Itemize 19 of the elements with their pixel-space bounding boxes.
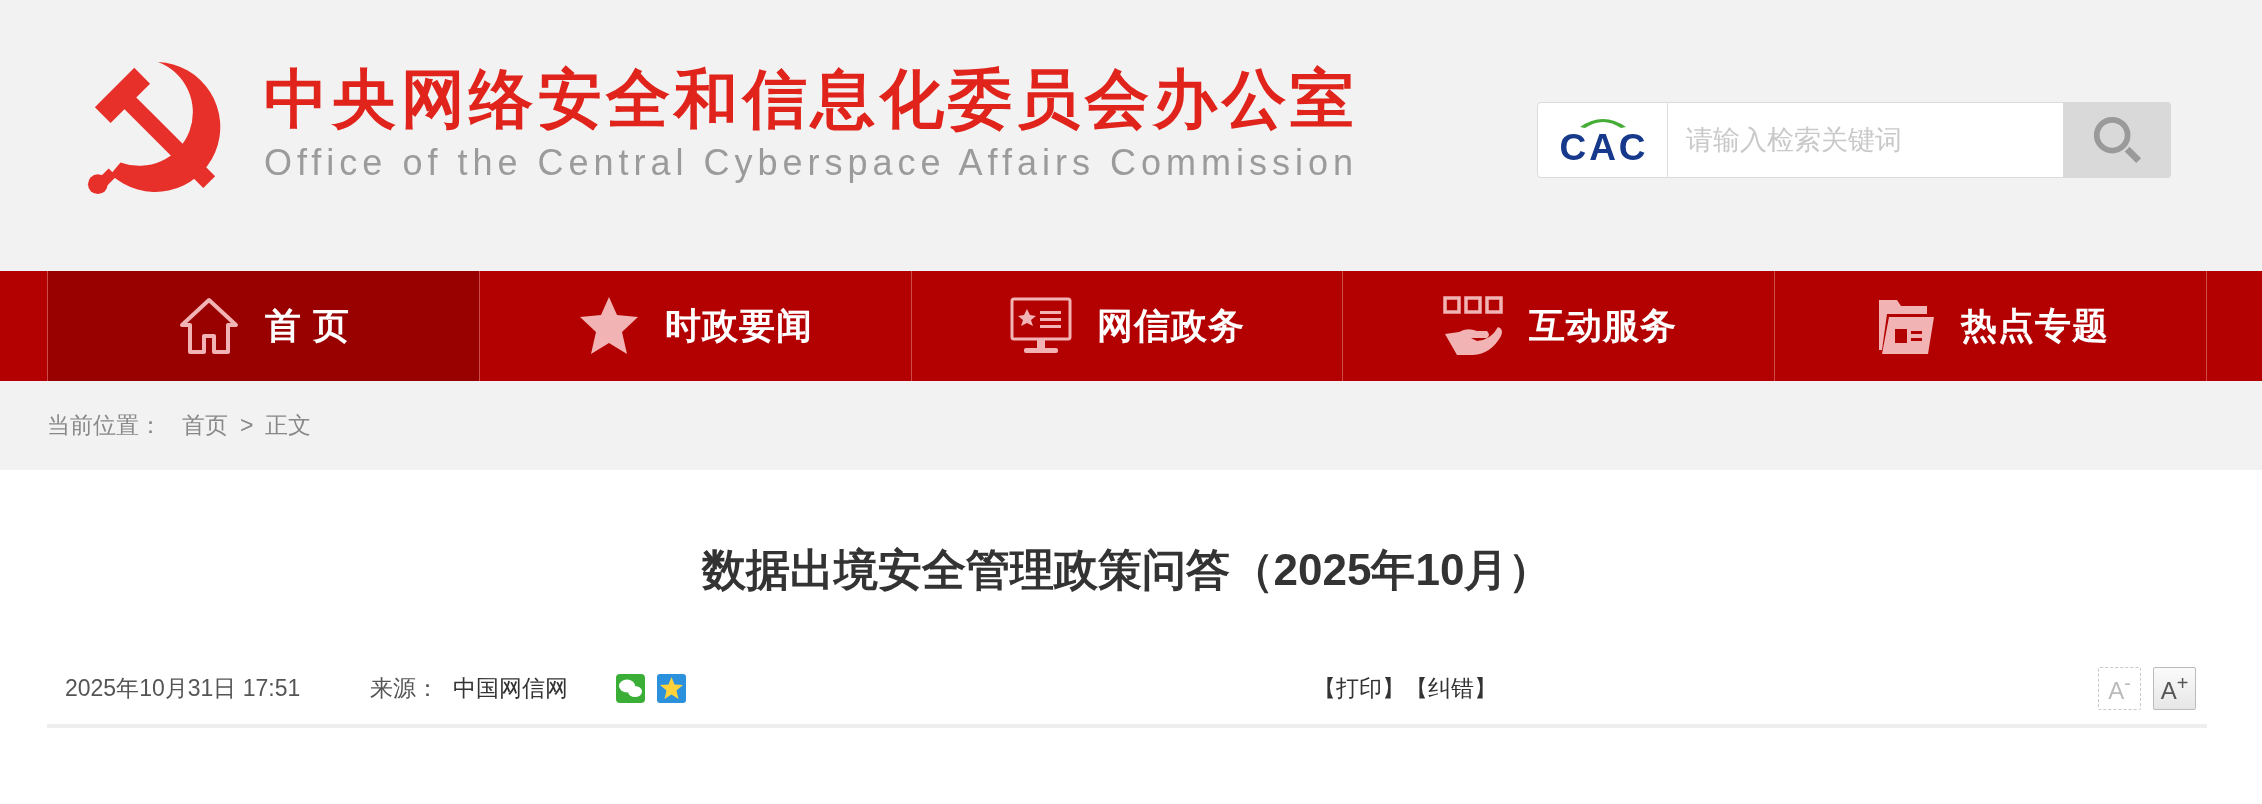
article-title: 数据出境安全管理政策问答（2025年10月） <box>700 544 1554 596</box>
logo-text: CAC <box>1559 128 1649 166</box>
font-size-button[interactable]: A$^{+}$ <box>2153 666 2196 710</box>
hand-icon <box>1440 294 1505 358</box>
site-title: 中央网络安全和信息化委员会办公室 <box>264 67 1359 131</box>
breadcrumb-current: 正文 <box>265 411 312 440</box>
action-link[interactable]: 【打印】 <box>1313 672 1405 704</box>
action-link[interactable]: 【纠错】 <box>1405 672 1497 704</box>
breadcrumb-separator: > <box>240 412 254 439</box>
source-label: 来源： <box>370 673 440 703</box>
chat-bubbles-icon[interactable] <box>616 673 646 703</box>
nav-tab[interactable]: 首 页 <box>47 271 479 381</box>
source-name: 中国网信网 <box>453 673 569 703</box>
search-button[interactable] <box>2063 102 2171 178</box>
nav-tab[interactable]: 热点专题 <box>1774 271 2207 381</box>
publish-date: 2025年10月31日 17:51 <box>65 673 301 703</box>
breadcrumb-label: 当前位置： <box>47 411 162 440</box>
search-icon <box>2091 114 2143 166</box>
site-subtitle: Office of the Central Cyberspace Affairs Commission <box>264 145 1359 181</box>
